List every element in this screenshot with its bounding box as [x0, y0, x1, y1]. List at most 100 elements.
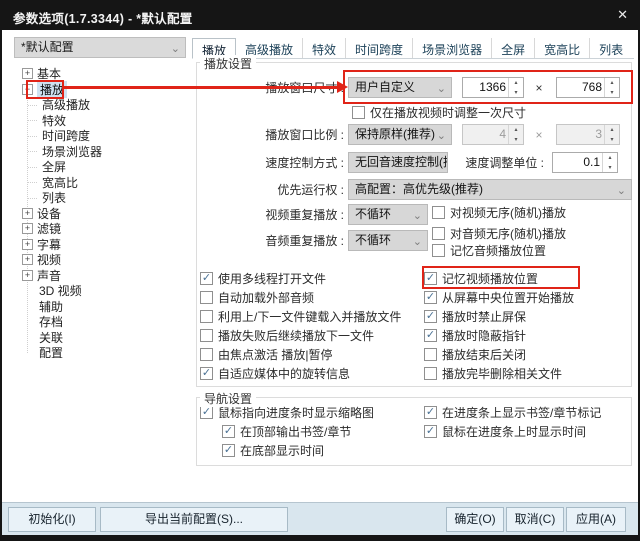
checkbox-box: ✓ [424, 272, 437, 285]
checkbox-box: ✓ [222, 444, 235, 457]
expand-icon[interactable]: + [22, 68, 33, 79]
checkbox-hide-cursor[interactable]: ✓播放时隐蔽指针 [424, 327, 526, 343]
checkbox-box [424, 367, 437, 380]
sidebar-item-aspect-ratio[interactable]: 宽高比 [14, 175, 186, 191]
video-repeat-select[interactable]: 不循环 ⌄ [348, 204, 428, 225]
close-icon[interactable]: ✕ [617, 7, 628, 23]
expand-icon[interactable]: + [22, 254, 33, 265]
checkbox-close-after-playback[interactable]: 播放结束后关闭 [424, 346, 526, 362]
checkbox-seekbar-hover-time[interactable]: ✓鼠标在进度条上时显示时间 [424, 423, 586, 439]
audio-repeat-select[interactable]: 不循环 ⌄ [348, 230, 428, 251]
profile-select-value: *默认配置 [21, 40, 74, 54]
chevron-down-icon: ⌄ [433, 155, 442, 173]
window-width-stepper[interactable]: 1366 ▴▾ [462, 77, 524, 98]
dialog-body: *默认配置 ⌄ +基本 −播放 高级播放 特效 时间跨度 场景浏览器 全屏 宽高… [2, 30, 638, 502]
expand-icon[interactable]: + [22, 239, 33, 250]
checkbox-box: ✓ [200, 367, 213, 380]
checkbox-resize-once[interactable]: 仅在播放视频时调整一次尺寸 [352, 104, 526, 120]
sidebar-item-scene-browser[interactable]: 场景浏览器 [14, 144, 186, 160]
tab-bar: 播放 高级播放 特效 时间跨度 场景浏览器 全屏 宽高比 列表 [192, 38, 634, 59]
settings-tree: +基本 −播放 高级播放 特效 时间跨度 场景浏览器 全屏 宽高比 列表 +设备… [14, 66, 186, 361]
checkbox-box [432, 244, 445, 257]
checkbox-adapt-rotation-info[interactable]: ✓自适应媒体中的旋转信息 [200, 365, 350, 381]
spin-up-icon[interactable]: ▴ [509, 78, 523, 88]
checkbox-delete-after-playback[interactable]: 播放完毕删除相关文件 [424, 365, 562, 381]
expand-icon[interactable]: + [22, 223, 33, 234]
sidebar-item-fullscreen[interactable]: 全屏 [14, 159, 186, 175]
sidebar-item-video[interactable]: +视频 [14, 252, 186, 268]
checkbox-top-bookmark-output[interactable]: ✓在顶部输出书签/章节 [222, 423, 351, 439]
checkbox-audio-shuffle[interactable]: 对音频无序(随机)播放 [432, 225, 566, 241]
checkbox-box [424, 348, 437, 361]
sidebar-item-playback[interactable]: −播放 [14, 82, 186, 98]
checkbox-box: ✓ [424, 425, 437, 438]
sidebar-item-archive[interactable]: 存档 [14, 314, 186, 330]
navigation-settings-title: 导航设置 [200, 390, 256, 407]
checkbox-disable-screensaver[interactable]: ✓播放时禁止屏保 [424, 308, 526, 324]
spin-down-icon[interactable]: ▾ [605, 88, 619, 98]
window-size-mode-select[interactable]: 用户自定义 ⌄ [348, 77, 452, 98]
audio-repeat-label: 音频重复播放 : [196, 230, 344, 252]
tab-time-span[interactable]: 时间跨度 [346, 38, 413, 58]
sidebar-item-audio[interactable]: +声音 [14, 268, 186, 284]
sidebar-item-subtitles[interactable]: +字幕 [14, 237, 186, 253]
spin-up-icon[interactable]: ▴ [605, 78, 619, 88]
sidebar-item-association[interactable]: 关联 [14, 330, 186, 346]
sidebar-item-basic[interactable]: +基本 [14, 66, 186, 82]
collapse-icon[interactable]: − [22, 84, 33, 95]
checkbox-video-shuffle[interactable]: 对视频无序(随机)播放 [432, 204, 566, 220]
export-config-button[interactable]: 导出当前配置(S)... [100, 507, 288, 532]
speed-control-select[interactable]: 无回音速度控制(推 ⌄ [348, 152, 448, 173]
apply-button[interactable]: 应用(A) [566, 507, 626, 532]
spin-down-icon: ▾ [509, 135, 523, 145]
sidebar-item-playlist[interactable]: 列表 [14, 190, 186, 206]
sidebar-item-3d-video[interactable]: 3D 视频 [14, 283, 186, 299]
tab-aspect-ratio[interactable]: 宽高比 [535, 38, 590, 58]
checkbox-bottom-show-time[interactable]: ✓在底部显示时间 [222, 442, 324, 458]
spin-down-icon[interactable]: ▾ [509, 88, 523, 98]
spin-up-icon[interactable]: ▴ [603, 153, 617, 163]
spin-down-icon[interactable]: ▾ [603, 163, 617, 173]
checkbox-continue-next-on-fail[interactable]: 播放失败后继续播放下一文件 [200, 327, 374, 343]
priority-label: 优先运行权 : [196, 179, 344, 201]
tab-fullscreen[interactable]: 全屏 [492, 38, 535, 58]
dialog-footer: 初始化(I) 导出当前配置(S)... 确定(O) 取消(C) 应用(A) [2, 502, 638, 535]
initialize-button[interactable]: 初始化(I) [8, 507, 96, 532]
priority-select[interactable]: 高配置：高优先级(推荐) ⌄ [348, 179, 632, 200]
window-height-stepper[interactable]: 768 ▴▾ [556, 77, 620, 98]
sidebar-item-config[interactable]: 配置 [14, 345, 186, 361]
checkbox-box [200, 291, 213, 304]
spin-up-icon: ▴ [605, 125, 619, 135]
sidebar-item-time-span[interactable]: 时间跨度 [14, 128, 186, 144]
sidebar-item-advanced-playback[interactable]: 高级播放 [14, 97, 186, 113]
ok-button[interactable]: 确定(O) [446, 507, 504, 532]
window-ratio-label: 播放窗口比例 : [196, 124, 344, 146]
tab-playlist[interactable]: 列表 [590, 38, 632, 58]
sidebar-item-filters[interactable]: +滤镜 [14, 221, 186, 237]
checkbox-focus-play-pause[interactable]: 由焦点激活 播放|暂停 [200, 346, 332, 362]
checkbox-start-center-screen[interactable]: ✓从屏幕中央位置开始播放 [424, 289, 574, 305]
checkbox-autoload-external-audio[interactable]: 自动加载外部音频 [200, 289, 314, 305]
checkbox-remember-video-position[interactable]: ✓记忆视频播放位置 [424, 270, 538, 286]
expand-icon[interactable]: + [22, 208, 33, 219]
cancel-button[interactable]: 取消(C) [506, 507, 564, 532]
checkbox-prev-next-key-load[interactable]: 利用上/下一文件键载入并播放文件 [200, 308, 401, 324]
checkbox-box: ✓ [200, 272, 213, 285]
window-ratio-select[interactable]: 保持原样(推荐) ⌄ [348, 124, 452, 145]
expand-icon[interactable]: + [22, 270, 33, 281]
sidebar-item-effects[interactable]: 特效 [14, 113, 186, 129]
sidebar-item-devices[interactable]: +设备 [14, 206, 186, 222]
speed-unit-stepper[interactable]: 0.1 ▴▾ [552, 152, 618, 173]
checkbox-box: ✓ [424, 291, 437, 304]
checkbox-multithread-open[interactable]: ✓使用多线程打开文件 [200, 270, 326, 286]
sidebar-item-misc[interactable]: 辅助 [14, 299, 186, 315]
checkbox-remember-audio-position[interactable]: 记忆音频播放位置 [432, 242, 546, 258]
checkbox-box [352, 106, 365, 119]
preferences-dialog: 参数选项(1.7.3344) - *默认配置 ✕ *默认配置 ⌄ +基本 −播放… [0, 0, 640, 541]
speed-control-label: 速度控制方式 : [196, 152, 344, 174]
checkbox-seekbar-bookmarks[interactable]: ✓在进度条上显示书签/章节标记 [424, 404, 601, 420]
checkbox-box [200, 310, 213, 323]
profile-select[interactable]: *默认配置 ⌄ [14, 37, 186, 58]
tab-scene-browser[interactable]: 场景浏览器 [413, 38, 492, 58]
tab-effects[interactable]: 特效 [303, 38, 346, 58]
